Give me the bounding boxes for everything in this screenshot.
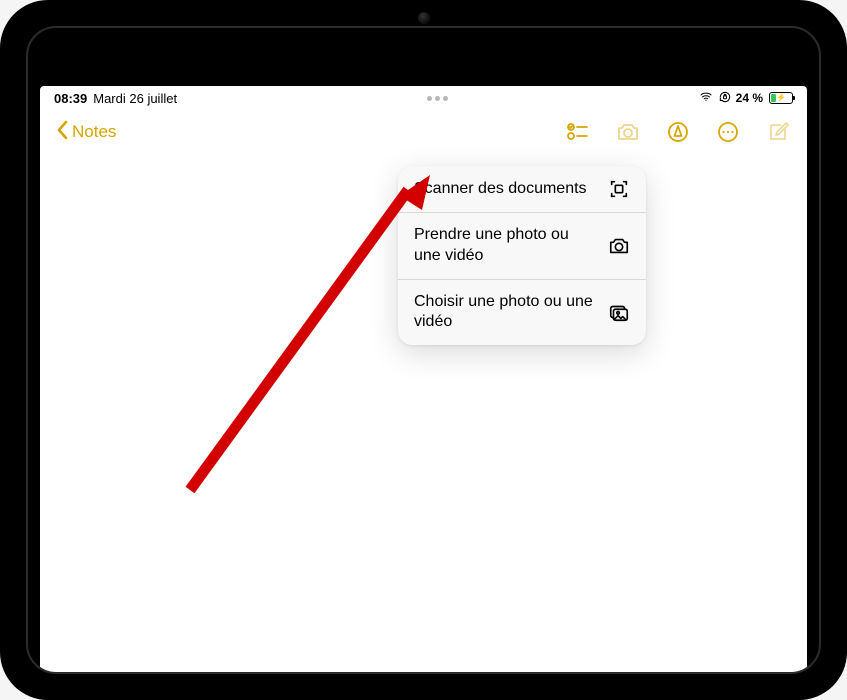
menu-item-label: Scanner des documents: [414, 179, 596, 200]
device-bezel: 08:39 Mardi 26 juillet: [26, 26, 821, 674]
screen: 08:39 Mardi 26 juillet: [40, 86, 807, 672]
orientation-lock-icon: [718, 90, 732, 107]
dot-icon: [427, 96, 432, 101]
menu-item-label: Prendre une photo ou une vidéo: [414, 225, 596, 267]
markup-button[interactable]: [665, 119, 691, 145]
bolt-icon: ⚡: [776, 94, 786, 102]
more-button[interactable]: [715, 119, 741, 145]
back-label: Notes: [72, 122, 116, 142]
camera-button[interactable]: [615, 119, 641, 145]
status-right: 24 % ⚡: [698, 90, 793, 107]
status-time: 08:39: [54, 91, 87, 106]
multitask-dots[interactable]: [427, 96, 448, 101]
menu-item-scan-documents[interactable]: Scanner des documents: [398, 166, 646, 212]
nav-bar: Notes: [40, 110, 807, 154]
camera-popover: Scanner des documents Prendre une photo …: [398, 166, 646, 345]
wifi-icon: [698, 91, 714, 106]
back-button[interactable]: Notes: [56, 120, 116, 145]
compose-button[interactable]: [765, 119, 791, 145]
dot-icon: [443, 96, 448, 101]
status-left: 08:39 Mardi 26 juillet: [54, 91, 177, 106]
battery-text: 24 %: [736, 91, 763, 105]
gallery-icon: [608, 301, 630, 323]
nav-actions: [565, 119, 791, 145]
status-bar: 08:39 Mardi 26 juillet: [40, 86, 807, 110]
camera-icon: [608, 235, 630, 257]
status-date: Mardi 26 juillet: [93, 91, 177, 106]
device-camera: [418, 12, 430, 24]
chevron-left-icon: [56, 120, 70, 145]
battery-icon: ⚡: [769, 92, 793, 104]
checklist-button[interactable]: [565, 119, 591, 145]
menu-item-take-photo[interactable]: Prendre une photo ou une vidéo: [398, 212, 646, 279]
dot-icon: [435, 96, 440, 101]
menu-item-label: Choisir une photo ou une vidéo: [414, 292, 596, 334]
menu-item-choose-photo[interactable]: Choisir une photo ou une vidéo: [398, 279, 646, 346]
scan-icon: [608, 178, 630, 200]
device-frame: 08:39 Mardi 26 juillet: [0, 0, 847, 700]
